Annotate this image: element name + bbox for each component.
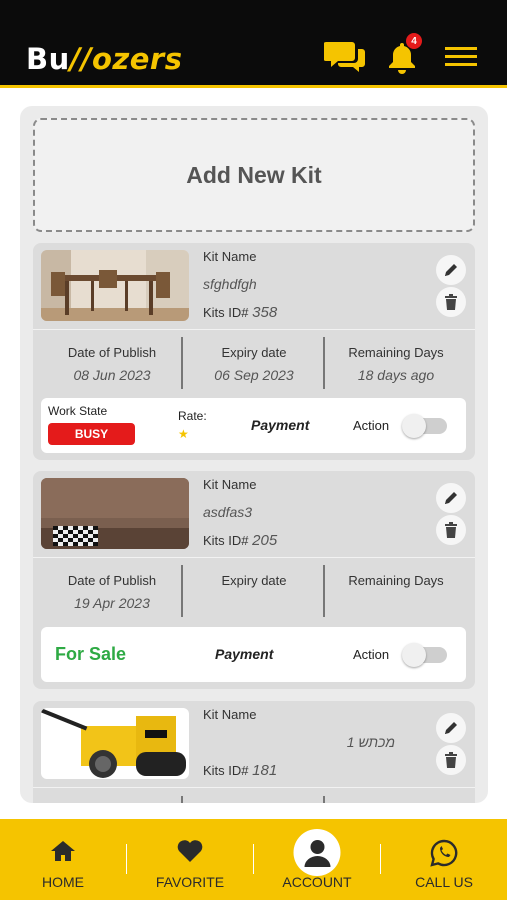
remaining-days-label: Remaining Days bbox=[348, 345, 444, 360]
nav-home-label: HOME bbox=[42, 874, 84, 890]
notification-bell-icon[interactable]: 4 bbox=[386, 33, 422, 79]
kit-card: Kit Name מכתש 1 Kits ID# 181 bbox=[33, 701, 475, 803]
kit-id-label: Kits ID# bbox=[203, 533, 249, 548]
kit-state-bar: For Sale Payment Action bbox=[41, 627, 466, 682]
app-logo[interactable]: Bu//ozers bbox=[26, 42, 182, 76]
publish-date-value: 08 Jun 2023 bbox=[73, 367, 151, 383]
logo-text-part1: Bu bbox=[26, 42, 70, 76]
kit-name-label: Kit Name bbox=[203, 477, 257, 492]
payment-link[interactable]: Payment bbox=[251, 417, 309, 433]
bottom-navigation: HOME FAVORITE ACCOUNT CALL US bbox=[0, 819, 507, 900]
notification-badge: 4 bbox=[406, 33, 422, 49]
delete-kit-button[interactable] bbox=[436, 745, 466, 775]
kit-image[interactable] bbox=[41, 250, 189, 321]
publish-date-label: Date of Publish bbox=[67, 345, 157, 360]
nav-call-us[interactable]: CALL US bbox=[381, 819, 507, 900]
app-header: Bu//ozers 4 bbox=[0, 0, 507, 88]
kit-name-label: Kit Name bbox=[203, 249, 257, 264]
kit-name-value: asdfas3 bbox=[203, 504, 253, 520]
trash-icon bbox=[445, 752, 457, 768]
work-state-label: Work State bbox=[48, 404, 108, 418]
edit-kit-button[interactable] bbox=[436, 713, 466, 743]
nav-call-us-label: CALL US bbox=[415, 874, 473, 890]
kit-id: Kits ID# 181 bbox=[203, 762, 277, 779]
action-label: Action bbox=[353, 647, 390, 662]
kit-dates: Date of Publish 19 Apr 2023 Expiry date … bbox=[33, 557, 475, 623]
delete-kit-button[interactable] bbox=[436, 287, 466, 317]
pencil-icon bbox=[445, 492, 457, 504]
publish-date-value: 19 Apr 2023 bbox=[74, 595, 150, 611]
nav-account[interactable]: ACCOUNT bbox=[254, 819, 380, 900]
kit-image[interactable] bbox=[41, 708, 189, 779]
trash-icon bbox=[445, 522, 457, 538]
kits-panel: Add New Kit Kit Name sfghdfgh Kits ID# 3… bbox=[20, 106, 488, 803]
kit-dates: Date of Publish 08 Jun 2023 Expiry date … bbox=[33, 329, 475, 395]
kit-state-bar: Work State BUSY Rate: ★ Payment Action bbox=[41, 398, 466, 453]
expiry-date-column: Expiry date 06 Sep 2023 bbox=[183, 329, 325, 383]
kit-id: Kits ID# 205 bbox=[203, 532, 277, 549]
kit-name-label: Kit Name bbox=[203, 707, 257, 722]
nav-favorite-label: FAVORITE bbox=[155, 874, 225, 890]
logo-text-part3: ozers bbox=[91, 42, 183, 76]
kit-id-value: 181 bbox=[252, 762, 278, 779]
user-icon bbox=[293, 829, 341, 876]
remaining-days-label: Remaining Days bbox=[348, 573, 444, 588]
divider bbox=[181, 796, 183, 803]
divider bbox=[323, 796, 325, 803]
expiry-date-label: Expiry date bbox=[221, 573, 287, 588]
nav-home[interactable]: HOME bbox=[0, 819, 126, 900]
logo-text-part2: // bbox=[69, 42, 92, 76]
kit-id-label: Kits ID# bbox=[203, 305, 249, 320]
chat-icon[interactable] bbox=[323, 40, 366, 79]
kit-name-value: sfghdfgh bbox=[203, 276, 257, 292]
expiry-date-column: Expiry date bbox=[183, 557, 325, 595]
kit-image[interactable] bbox=[41, 478, 189, 549]
publish-date-label: Date of Publish bbox=[67, 573, 157, 588]
delete-kit-button[interactable] bbox=[436, 515, 466, 545]
whatsapp-icon bbox=[430, 839, 458, 872]
trash-icon bbox=[445, 294, 457, 310]
kit-id: Kits ID# 358 bbox=[203, 304, 277, 321]
toggle-knob bbox=[402, 643, 426, 667]
payment-link[interactable]: Payment bbox=[215, 646, 273, 662]
hamburger-menu-icon[interactable] bbox=[445, 46, 477, 73]
pencil-icon bbox=[445, 264, 457, 276]
divider bbox=[33, 787, 475, 788]
kit-id-value: 358 bbox=[252, 304, 278, 321]
remaining-days-column: Remaining Days bbox=[325, 557, 467, 595]
edit-kit-button[interactable] bbox=[436, 255, 466, 285]
publish-date-column: Date of Publish 19 Apr 2023 bbox=[41, 557, 183, 611]
work-state-badge[interactable]: BUSY bbox=[48, 423, 135, 445]
kit-card: Kit Name asdfas3 Kits ID# 205 Date of Pu… bbox=[33, 471, 475, 689]
home-icon bbox=[50, 839, 76, 868]
nav-account-label: ACCOUNT bbox=[282, 874, 352, 890]
kit-id-label: Kits ID# bbox=[203, 763, 249, 778]
edit-kit-button[interactable] bbox=[436, 483, 466, 513]
for-sale-status: For Sale bbox=[55, 644, 127, 664]
star-icon: ★ bbox=[178, 427, 189, 441]
publish-date-column: Date of Publish 08 Jun 2023 bbox=[41, 329, 183, 383]
toggle-knob bbox=[402, 414, 426, 438]
kit-name-value: מכתש 1 bbox=[346, 734, 395, 750]
remaining-days-value: 18 days ago bbox=[357, 367, 435, 383]
kit-id-value: 205 bbox=[252, 532, 278, 549]
action-label: Action bbox=[353, 418, 390, 433]
kit-card: Kit Name sfghdfgh Kits ID# 358 Date of P… bbox=[33, 243, 475, 460]
expiry-date-value: 06 Sep 2023 bbox=[214, 367, 294, 383]
action-toggle[interactable] bbox=[402, 414, 447, 438]
heart-icon bbox=[176, 839, 204, 868]
nav-favorite[interactable]: FAVORITE bbox=[127, 819, 253, 900]
expiry-date-label: Expiry date bbox=[221, 345, 287, 360]
rate-label: Rate: bbox=[178, 409, 207, 423]
pencil-icon bbox=[445, 722, 457, 734]
remaining-days-column: Remaining Days 18 days ago bbox=[325, 329, 467, 383]
action-toggle[interactable] bbox=[402, 643, 447, 667]
add-new-kit-button[interactable]: Add New Kit bbox=[33, 118, 475, 232]
